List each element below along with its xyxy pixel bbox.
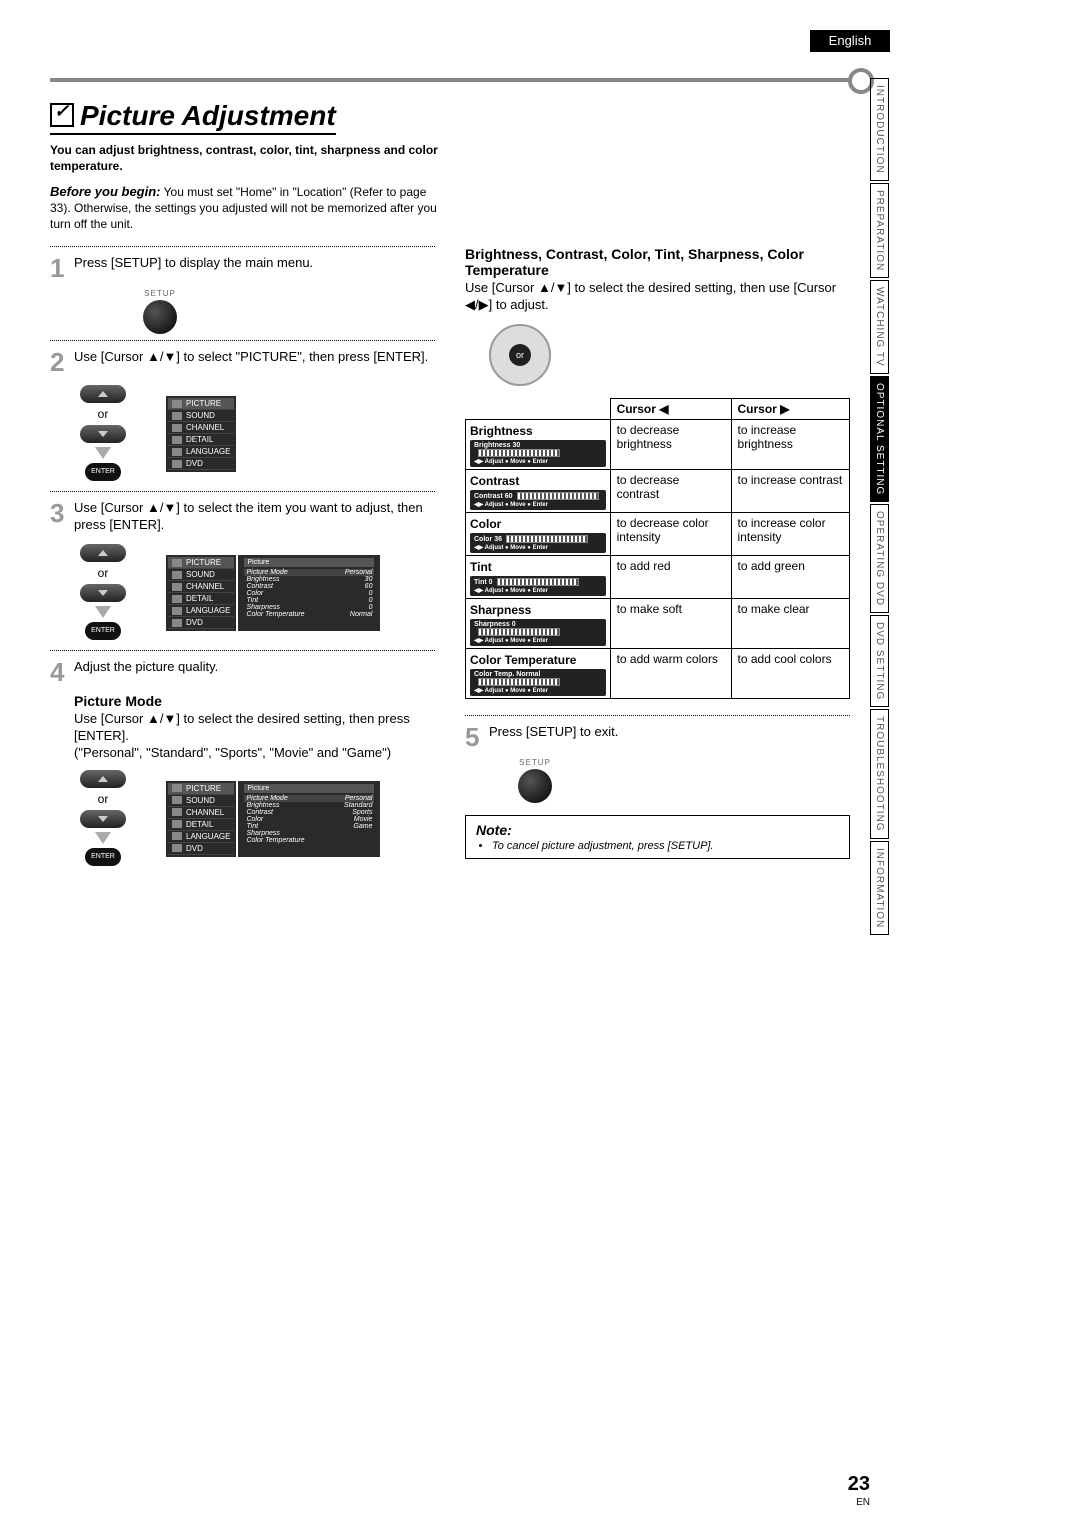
osd-menu-item: DETAIL bbox=[168, 434, 234, 446]
osd-picture-mode-panel: PicturePicture ModePersonalBrightnessSta… bbox=[238, 781, 380, 857]
section-tabs: INTRODUCTION PREPARATION WATCHING TV OPTION… bbox=[870, 78, 894, 937]
setup-button-icon bbox=[518, 769, 552, 803]
page-lang: EN bbox=[856, 1497, 870, 1508]
enter-button-icon: ENTER bbox=[85, 848, 121, 866]
slider-graphic: Brightness 30◀▶ Adjust ● Move ● Enter bbox=[470, 440, 606, 467]
picture-mode-heading: Picture Mode bbox=[74, 693, 435, 709]
osd-menu-item: LANGUAGE bbox=[168, 605, 234, 617]
cursor-up-icon bbox=[80, 770, 126, 788]
slider-graphic: Color Temp. Normal◀▶ Adjust ● Move ● Ent… bbox=[470, 669, 606, 696]
side-tab-preparation[interactable]: PREPARATION bbox=[870, 183, 889, 278]
side-tab-introduction[interactable]: INTRODUCTION bbox=[870, 78, 889, 181]
osd-menu-item: CHANNEL bbox=[168, 807, 234, 819]
table-row: SharpnessSharpness 0◀▶ Adjust ● Move ● E… bbox=[466, 599, 850, 649]
intro-text: You can adjust brightness, contrast, col… bbox=[50, 143, 450, 174]
osd-menu-item: PICTURE bbox=[168, 557, 234, 569]
arrow-down-icon bbox=[95, 447, 111, 459]
table-row: TintTint 0◀▶ Adjust ● Move ● Enterto add… bbox=[466, 556, 850, 599]
step-4: 4 Adjust the picture quality. bbox=[50, 659, 435, 685]
arrow-down-icon bbox=[95, 606, 111, 618]
osd-main-menu: PICTURESOUNDCHANNELDETAILLANGUAGEDVD bbox=[166, 555, 236, 631]
osd-main-menu: PICTURESOUNDCHANNELDETAILLANGUAGEDVD bbox=[166, 781, 236, 857]
osd-menu-item: CHANNEL bbox=[168, 581, 234, 593]
osd-menu-item: SOUND bbox=[168, 410, 234, 422]
enter-button-icon: ENTER bbox=[85, 622, 121, 640]
language-tab: English bbox=[810, 30, 890, 52]
setup-button-graphic: SETUP bbox=[140, 289, 180, 334]
top-rule bbox=[50, 78, 850, 82]
side-tab-information[interactable]: INFORMATION bbox=[870, 841, 889, 935]
slider-graphic: Tint 0◀▶ Adjust ● Move ● Enter bbox=[470, 576, 606, 596]
osd-menu-item: PICTURE bbox=[168, 783, 234, 795]
osd-menu-item: CHANNEL bbox=[168, 422, 234, 434]
osd-menu-item: DETAIL bbox=[168, 593, 234, 605]
osd-menu-item: LANGUAGE bbox=[168, 831, 234, 843]
picture-mode-desc: Use [Cursor ▲/▼] to select the desired s… bbox=[74, 711, 435, 762]
cursor-down-icon bbox=[80, 810, 126, 828]
cursor-down-icon bbox=[80, 425, 126, 443]
slider-graphic: Sharpness 0◀▶ Adjust ● Move ● Enter bbox=[470, 619, 606, 646]
table-row: Color TemperatureColor Temp. Normal◀▶ Ad… bbox=[466, 649, 850, 699]
side-tab-watching-tv[interactable]: WATCHING TV bbox=[870, 280, 889, 374]
page-number: 23 bbox=[848, 1473, 870, 1496]
cursor-down-icon bbox=[80, 584, 126, 602]
osd-menu-item: SOUND bbox=[168, 569, 234, 581]
side-tab-dvd-setting[interactable]: DVD SETTING bbox=[870, 615, 889, 707]
checkbox-icon bbox=[50, 103, 74, 127]
osd-main-menu: PICTURESOUNDCHANNELDETAILLANGUAGEDVD bbox=[166, 396, 236, 472]
step-5: 5 Press [SETUP] to exit. bbox=[465, 724, 850, 750]
step-3: 3 Use [Cursor ▲/▼] to select the item yo… bbox=[50, 500, 435, 534]
step-2: 2 Use [Cursor ▲/▼] to select "PICTURE", … bbox=[50, 349, 435, 375]
slider-graphic: Contrast 60◀▶ Adjust ● Move ● Enter bbox=[470, 490, 606, 510]
note-box: Note: To cancel picture adjustment, pres… bbox=[465, 815, 850, 859]
osd-menu-item: DVD bbox=[168, 458, 234, 470]
side-tab-optional-setting[interactable]: OPTIONAL SETTING bbox=[870, 376, 889, 502]
osd-menu-item: DETAIL bbox=[168, 819, 234, 831]
adjust-desc: Use [Cursor ▲/▼] to select the desired s… bbox=[465, 280, 850, 314]
osd-picture-panel: PicturePicture ModePersonalBrightness30C… bbox=[238, 555, 380, 631]
osd-menu-item: SOUND bbox=[168, 795, 234, 807]
dpad-graphic: or bbox=[485, 320, 555, 390]
osd-menu-item: LANGUAGE bbox=[168, 446, 234, 458]
page-title: Picture Adjustment bbox=[50, 100, 336, 135]
header-cursor-right: Cursor ▶ bbox=[731, 399, 849, 420]
before-you-begin: Before you begin: You must set "Home" in… bbox=[50, 184, 450, 232]
side-tab-troubleshooting[interactable]: TROUBLESHOOTING bbox=[870, 709, 889, 839]
step-3-graphic: or ENTER PICTURESOUNDCHANNELDETAILLANGUA… bbox=[80, 542, 435, 644]
adjustment-table: Cursor ◀ Cursor ▶ BrightnessBrightness 3… bbox=[465, 398, 850, 699]
setup-button-graphic: SETUP bbox=[515, 758, 555, 803]
enter-button-icon: ENTER bbox=[85, 463, 121, 481]
cursor-up-icon bbox=[80, 544, 126, 562]
slider-graphic: Color 36◀▶ Adjust ● Move ● Enter bbox=[470, 533, 606, 553]
osd-menu-item: DVD bbox=[168, 843, 234, 855]
osd-menu-item: PICTURE bbox=[168, 398, 234, 410]
adjust-heading: Brightness, Contrast, Color, Tint, Sharp… bbox=[465, 246, 850, 278]
picture-mode-graphic: or ENTER PICTURESOUNDCHANNELDETAILLANGUA… bbox=[80, 768, 435, 870]
osd-menu-item: DVD bbox=[168, 617, 234, 629]
setup-button-icon bbox=[143, 300, 177, 334]
step-1: 1 Press [SETUP] to display the main menu… bbox=[50, 255, 435, 281]
side-tab-operating-dvd[interactable]: OPERATING DVD bbox=[870, 504, 889, 613]
step-2-graphic: or ENTER PICTURESOUNDCHANNELDETAILLANGUA… bbox=[80, 383, 435, 485]
table-row: ColorColor 36◀▶ Adjust ● Move ● Enterto … bbox=[466, 513, 850, 556]
header-cursor-left: Cursor ◀ bbox=[610, 399, 731, 420]
table-row: BrightnessBrightness 30◀▶ Adjust ● Move … bbox=[466, 420, 850, 470]
arrow-down-icon bbox=[95, 832, 111, 844]
cursor-up-icon bbox=[80, 385, 126, 403]
table-row: ContrastContrast 60◀▶ Adjust ● Move ● En… bbox=[466, 470, 850, 513]
